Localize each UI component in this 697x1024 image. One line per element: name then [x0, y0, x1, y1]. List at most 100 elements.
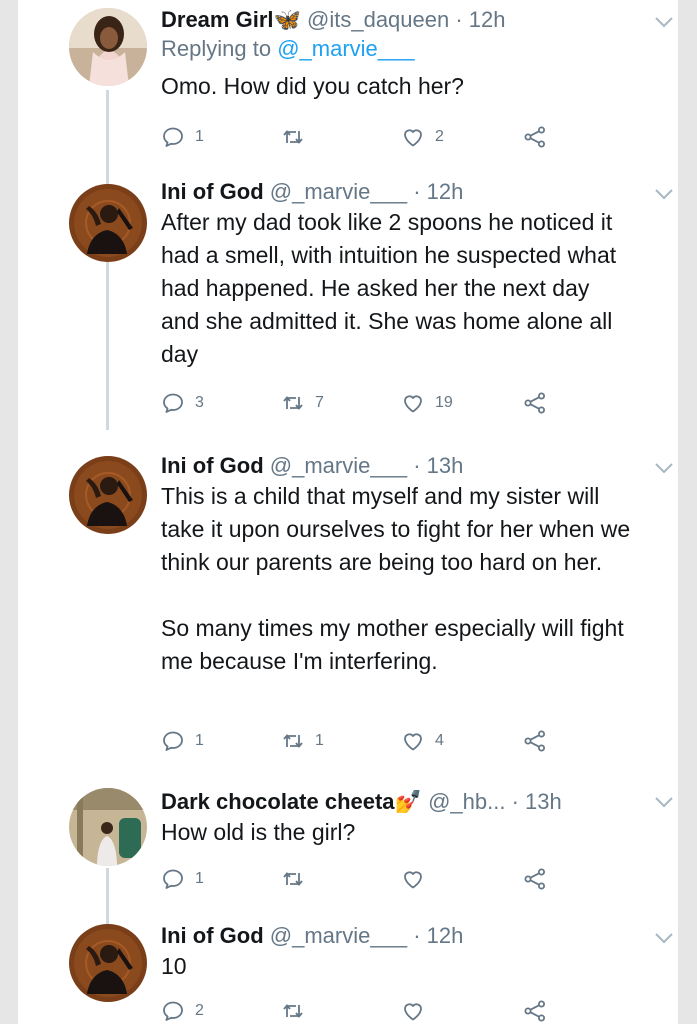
profile-picture: [69, 788, 147, 866]
avatar[interactable]: [69, 8, 147, 86]
retweet-button[interactable]: [281, 998, 315, 1024]
tweet-text: Omo. How did you catch her?: [161, 73, 464, 99]
handle[interactable]: @_marvie___: [270, 453, 407, 478]
like-button[interactable]: 19: [401, 390, 453, 416]
tweet-content: Ini of God @_marvie___ · 12h After my da…: [161, 178, 634, 371]
reply-count: 1: [195, 732, 204, 749]
chevron-down-icon[interactable]: [654, 796, 674, 808]
retweet-icon: [281, 391, 305, 415]
tweet-content: Ini of God @_marvie___ · 12h 10: [161, 922, 634, 983]
timeline-panel: Dream Girl🦋 @its_daqueen · 12h Replying …: [18, 0, 678, 1024]
like-count: 19: [435, 394, 453, 411]
tweet-actions: 2: [161, 998, 581, 1024]
reply-icon: [161, 867, 185, 891]
profile-picture: [69, 8, 147, 86]
retweet-button[interactable]: 1: [281, 728, 324, 754]
avatar[interactable]: [69, 456, 147, 534]
replying-label: Replying to: [161, 36, 272, 61]
timestamp: · 12h: [413, 923, 464, 948]
retweet-icon: [281, 125, 305, 149]
heart-icon: [401, 999, 425, 1023]
tweet-content: Ini of God @_marvie___ · 13h This is a c…: [161, 452, 634, 678]
display-name[interactable]: Ini of God: [161, 453, 264, 478]
reply-count: 2: [195, 1002, 204, 1019]
display-name[interactable]: Dark chocolate cheeta💅: [161, 789, 422, 814]
like-button[interactable]: 4: [401, 728, 444, 754]
share-button[interactable]: [523, 728, 547, 754]
retweet-count: 1: [315, 732, 324, 749]
handle[interactable]: @_marvie___: [270, 923, 407, 948]
like-button[interactable]: 2: [401, 124, 444, 150]
thread-line: [106, 868, 109, 928]
retweet-button[interactable]: 7: [281, 390, 324, 416]
tweet-text: This is a child that myself and my siste…: [161, 483, 631, 674]
share-icon: [523, 729, 547, 753]
chevron-down-icon[interactable]: [654, 932, 674, 944]
profile-picture: [69, 184, 147, 262]
mention-link[interactable]: @_marvie___: [277, 36, 414, 61]
timestamp: · 13h: [511, 789, 562, 814]
tweet-header: Ini of God @_marvie___ · 12h: [161, 922, 634, 950]
reply-button[interactable]: 3: [161, 390, 204, 416]
retweet-icon: [281, 729, 305, 753]
share-icon: [523, 999, 547, 1023]
replying-to: Replying to @_marvie___: [161, 34, 634, 64]
retweet-button[interactable]: [281, 866, 315, 892]
handle[interactable]: @_hb...: [428, 789, 505, 814]
tweet-header: Ini of God @_marvie___ · 13h: [161, 452, 634, 480]
tweet-content: Dark chocolate cheeta💅 @_hb... · 13h How…: [161, 788, 634, 849]
like-count: 2: [435, 128, 444, 145]
share-icon: [523, 125, 547, 149]
reply-button[interactable]: 1: [161, 866, 204, 892]
heart-icon: [401, 125, 425, 149]
profile-picture: [69, 924, 147, 1002]
tweet-actions: 1 2: [161, 124, 581, 150]
share-button[interactable]: [523, 390, 547, 416]
handle[interactable]: @its_daqueen: [307, 7, 449, 32]
timestamp: · 13h: [413, 453, 464, 478]
handle[interactable]: @_marvie___: [270, 179, 407, 204]
reply-icon: [161, 999, 185, 1023]
tweet-content: Dream Girl🦋 @its_daqueen · 12h Replying …: [161, 6, 634, 103]
share-button[interactable]: [523, 866, 547, 892]
tweet-header: Dark chocolate cheeta💅 @_hb... · 13h: [161, 788, 634, 816]
like-button[interactable]: [401, 866, 435, 892]
reply-count: 3: [195, 394, 204, 411]
tweet-text: 10: [161, 953, 187, 979]
display-name[interactable]: Ini of God: [161, 179, 264, 204]
reply-button[interactable]: 1: [161, 728, 204, 754]
chevron-down-icon[interactable]: [654, 16, 674, 28]
retweet-button[interactable]: [281, 124, 315, 150]
heart-icon: [401, 391, 425, 415]
timestamp: · 12h: [455, 7, 506, 32]
tweet-text: After my dad took like 2 spoons he notic…: [161, 209, 623, 367]
reply-count: 1: [195, 128, 204, 145]
avatar[interactable]: [69, 184, 147, 262]
share-icon: [523, 867, 547, 891]
tweet-actions: 3 7 19: [161, 390, 581, 416]
reply-button[interactable]: 2: [161, 998, 204, 1024]
share-button[interactable]: [523, 124, 547, 150]
like-button[interactable]: [401, 998, 435, 1024]
tweet-header: Ini of God @_marvie___ · 12h: [161, 178, 634, 206]
reply-button[interactable]: 1: [161, 124, 204, 150]
like-count: 4: [435, 732, 444, 749]
reply-icon: [161, 125, 185, 149]
share-button[interactable]: [523, 998, 547, 1024]
heart-icon: [401, 729, 425, 753]
reply-icon: [161, 729, 185, 753]
retweet-icon: [281, 867, 305, 891]
reply-icon: [161, 391, 185, 415]
chevron-down-icon[interactable]: [654, 188, 674, 200]
heart-icon: [401, 867, 425, 891]
avatar[interactable]: [69, 924, 147, 1002]
tweet-header: Dream Girl🦋 @its_daqueen · 12h: [161, 6, 634, 34]
chevron-down-icon[interactable]: [654, 462, 674, 474]
profile-picture: [69, 456, 147, 534]
display-name[interactable]: Ini of God: [161, 923, 264, 948]
display-name[interactable]: Dream Girl🦋: [161, 7, 301, 32]
share-icon: [523, 391, 547, 415]
avatar[interactable]: [69, 788, 147, 866]
retweet-count: 7: [315, 394, 324, 411]
tweet-text: How old is the girl?: [161, 819, 356, 845]
